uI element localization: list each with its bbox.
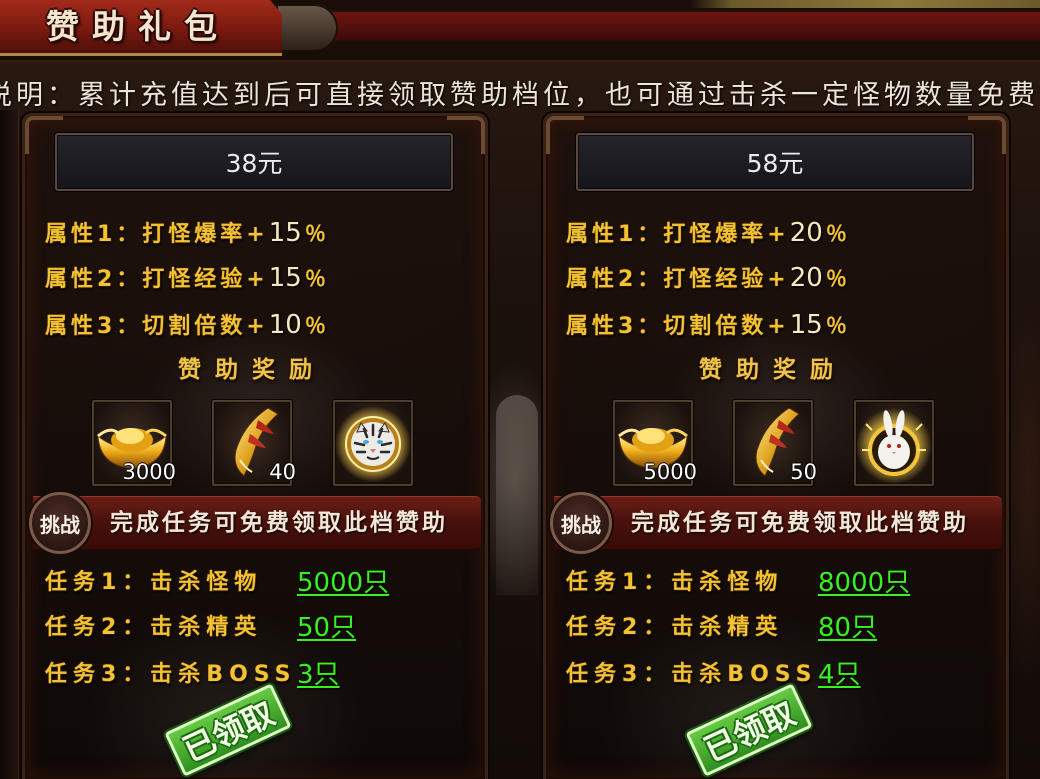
task-label: 任务1：击杀怪物 <box>566 570 784 595</box>
task-label: 任务3：击杀BOSS <box>566 662 818 687</box>
challenge-text: 完成任务可免费领取此档赞助 <box>631 510 969 536</box>
reward-count: 5000 <box>643 460 697 484</box>
attribute-row: 属性3：切割倍数+10 ％ <box>45 309 326 341</box>
task-row: 任务3：击杀BOSS 3只 <box>45 659 475 691</box>
task-row: 任务3：击杀BOSS 4只 <box>566 659 996 691</box>
top-banner-gold-strip <box>690 0 1040 8</box>
task-progress-link[interactable]: 4只 <box>818 659 861 691</box>
challenge-badge-label: 挑战 <box>561 512 601 537</box>
title-tab[interactable]: 赞助礼包 <box>0 0 282 56</box>
challenge-bar: 完成任务可免费领取此档赞助 <box>33 496 481 550</box>
task-row: 任务2：击杀精英 50只 <box>45 612 475 644</box>
sponsor-tier-card: 58元 属性1：打怪爆率+20 ％ 属性2：打怪经验+20 ％ 属性3：切割倍数+1… <box>543 113 1009 779</box>
task-progress-link[interactable]: 50只 <box>297 612 356 644</box>
attribute-label: 属性2：打怪经验+ <box>45 267 269 292</box>
task-progress-link[interactable]: 3只 <box>297 659 340 691</box>
tier-price: 58元 <box>746 149 804 178</box>
claimed-stamp: 已领取 <box>685 683 813 777</box>
attribute-value: 15 <box>268 263 302 293</box>
attribute-value: 20 <box>789 263 823 293</box>
left-edge-frame <box>0 110 19 779</box>
reward-slot[interactable]: 40 <box>212 400 296 486</box>
attribute-value: 15 <box>789 310 823 340</box>
task-row: 任务1：击杀怪物 8000只 <box>566 567 996 599</box>
tier-price: 38元 <box>225 149 283 178</box>
reward-count: 50 <box>790 460 817 484</box>
attribute-label: 属性2：打怪经验+ <box>566 267 790 292</box>
attribute-label: 属性3：切割倍数+ <box>566 314 790 339</box>
claimed-stamp: 已领取 <box>164 683 292 777</box>
task-progress-link[interactable]: 8000只 <box>818 567 910 599</box>
rabbit-medallion-icon <box>854 400 934 486</box>
stone-archway <box>496 395 538 595</box>
reward-slot[interactable]: 5000 <box>613 400 697 486</box>
task-progress-link[interactable]: 80只 <box>818 612 877 644</box>
task-row: 任务2：击杀精英 80只 <box>566 612 996 644</box>
attribute-unit: ％ <box>304 222 326 246</box>
reward-count: 3000 <box>122 460 176 484</box>
attribute-row: 属性3：切割倍数+15 ％ <box>566 309 847 341</box>
attribute-unit: ％ <box>825 267 847 291</box>
reward-slot[interactable]: 3000 <box>92 400 176 486</box>
challenge-bar: 完成任务可免费领取此档赞助 <box>554 496 1002 550</box>
attribute-row: 属性1：打怪爆率+15 ％ <box>45 217 326 249</box>
attribute-value: 10 <box>268 310 302 340</box>
tiger-medallion-icon <box>333 400 413 486</box>
frame-ornament <box>276 4 338 52</box>
task-label: 任务2：击杀精英 <box>45 615 263 640</box>
task-label: 任务2：击杀精英 <box>566 615 784 640</box>
attribute-unit: ％ <box>304 267 326 291</box>
top-banner-red-strip <box>330 10 1040 42</box>
attribute-unit: ％ <box>825 314 847 338</box>
attribute-unit: ％ <box>304 314 326 338</box>
tier-price-box: 38元 <box>55 133 453 191</box>
task-label: 任务1：击杀怪物 <box>45 570 263 595</box>
rewards-title: 赞助奖励 <box>699 357 847 383</box>
claimed-stamp-label: 已领取 <box>177 694 281 770</box>
challenge-badge: 挑战 <box>29 492 91 554</box>
task-label: 任务3：击杀BOSS <box>45 662 297 687</box>
description-text: 说明：累计充值达到后可直接领取赞助档位，也可通过击杀一定怪物数量免费领 <box>0 80 1040 111</box>
rewards-title: 赞助奖励 <box>178 357 326 383</box>
task-row: 任务1：击杀怪物 5000只 <box>45 567 475 599</box>
tier-price-box: 58元 <box>576 133 974 191</box>
reward-slot[interactable]: 50 <box>733 400 817 486</box>
attribute-row: 属性2：打怪经验+15 ％ <box>45 262 326 294</box>
description-marquee: 说明：累计充值达到后可直接领取赞助档位，也可通过击杀一定怪物数量免费领 <box>0 78 1040 114</box>
sponsor-tier-card: 38元 属性1：打怪爆率+15 ％ 属性2：打怪经验+15 ％ 属性3：切割倍数+1… <box>22 113 488 779</box>
attribute-label: 属性1：打怪爆率+ <box>45 222 269 247</box>
attribute-unit: ％ <box>825 222 847 246</box>
task-progress-link[interactable]: 5000只 <box>297 567 389 599</box>
challenge-text: 完成任务可免费领取此档赞助 <box>110 510 448 536</box>
reward-slot[interactable] <box>854 400 934 486</box>
page-title: 赞助礼包 <box>46 7 230 46</box>
attribute-row: 属性2：打怪经验+20 ％ <box>566 262 847 294</box>
sponsor-gift-window: 赞助礼包 说明：累计充值达到后可直接领取赞助档位，也可通过击杀一定怪物数量免费领… <box>0 0 1040 779</box>
reward-slot[interactable] <box>333 400 413 486</box>
claimed-stamp-label: 已领取 <box>698 694 802 770</box>
reward-count: 40 <box>269 460 296 484</box>
challenge-badge: 挑战 <box>550 492 612 554</box>
attribute-label: 属性1：打怪爆率+ <box>566 222 790 247</box>
attribute-label: 属性3：切割倍数+ <box>45 314 269 339</box>
attribute-value: 20 <box>789 218 823 248</box>
attribute-value: 15 <box>268 218 302 248</box>
attribute-row: 属性1：打怪爆率+20 ％ <box>566 217 847 249</box>
challenge-badge-label: 挑战 <box>40 512 80 537</box>
